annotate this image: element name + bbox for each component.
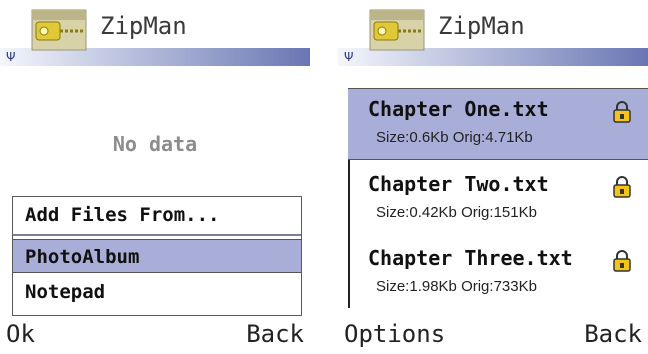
back-softkey[interactable]: Back (584, 320, 642, 348)
file-name: Chapter Three.txt (368, 246, 573, 270)
menu-item-photoalbum[interactable]: PhotoAlbum (13, 239, 301, 273)
lock-icon (613, 101, 631, 123)
add-files-popup: Add Files From... PhotoAlbum Notepad (12, 196, 302, 316)
title-area: Ψ ZipMan (338, 0, 648, 70)
file-orig-size: Orig:151Kb (461, 204, 537, 221)
app-title: ZipMan (438, 12, 525, 40)
popup-title: Add Files From... (25, 204, 220, 226)
file-size: Size:0.6Kb (376, 129, 449, 146)
file-size-info: Size:0.42Kb Orig:151Kb (376, 204, 537, 221)
file-item[interactable]: Chapter Two.txt Size:0.42Kb Orig:151Kb (348, 164, 648, 236)
file-size-info: Size:1.98Kb Orig:733Kb (376, 278, 537, 295)
lock-icon (613, 250, 631, 272)
empty-message: No data (112, 132, 198, 156)
file-item[interactable]: Chapter One.txt Size:0.6Kb Orig:4.71Kb (348, 88, 648, 160)
softkey-bar: Ok Back (0, 318, 310, 354)
ok-softkey[interactable]: Ok (6, 320, 35, 348)
file-size-info: Size:0.6Kb Orig:4.71Kb (376, 129, 533, 146)
popup-divider (13, 234, 301, 236)
menu-item-notepad[interactable]: Notepad (13, 275, 301, 309)
file-orig-size: Orig:4.71Kb (452, 129, 533, 146)
signal-icon: Ψ (344, 50, 354, 64)
file-item[interactable]: Chapter Three.txt Size:1.98Kb Orig:733Kb (348, 238, 648, 310)
signal-icon: Ψ (6, 50, 16, 64)
title-area: Ψ ZipMan (0, 0, 310, 70)
file-size: Size:1.98Kb (376, 278, 457, 295)
app-title: ZipMan (100, 12, 187, 40)
file-name: Chapter One.txt (368, 97, 549, 121)
file-name: Chapter Two.txt (368, 172, 549, 196)
file-size: Size:0.42Kb (376, 204, 457, 221)
file-orig-size: Orig:733Kb (461, 278, 537, 295)
right-screen: Ψ ZipMan Chapter One.txt Size:0.6Kb Orig… (338, 0, 648, 354)
softkey-bar: Options Back (338, 318, 648, 354)
options-softkey[interactable]: Options (344, 320, 445, 348)
zipman-app-icon (31, 9, 87, 51)
lock-icon (613, 176, 631, 198)
left-screen: Ψ ZipMan No data Add Files From... Photo… (0, 0, 310, 354)
back-softkey[interactable]: Back (246, 320, 304, 348)
zipman-app-icon (369, 9, 425, 51)
